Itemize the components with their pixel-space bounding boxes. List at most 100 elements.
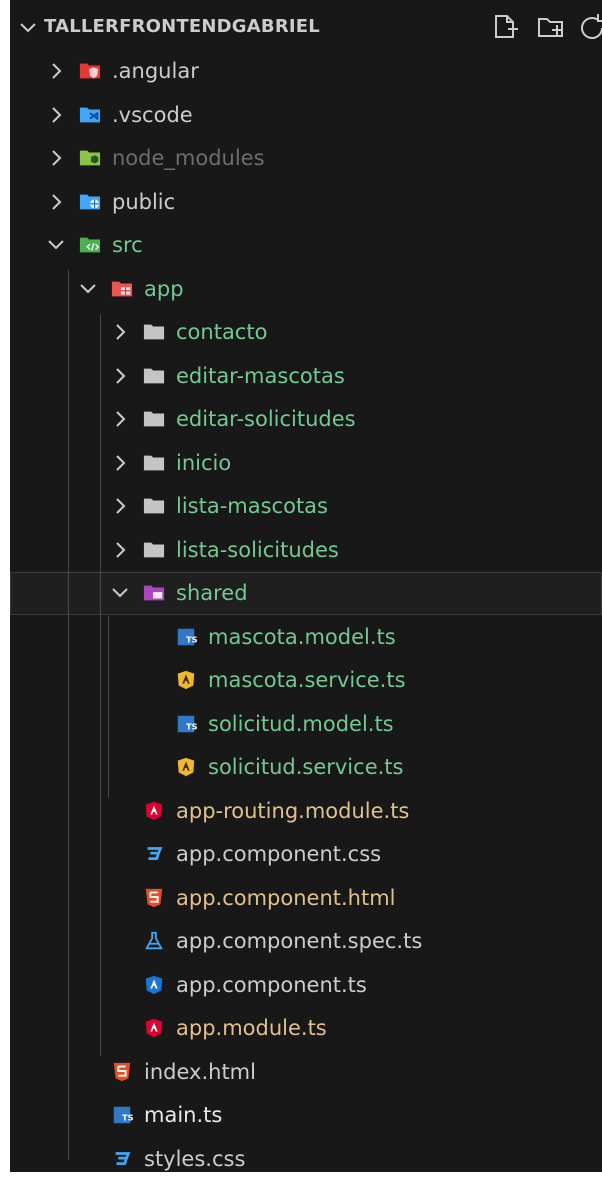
- chevron-right-icon[interactable]: [46, 61, 66, 81]
- tree-file-app-routing-module-ts[interactable]: app-routing.module.ts: [10, 790, 602, 833]
- tree-item-label: node_modules: [112, 146, 265, 170]
- tree-file-main-ts[interactable]: TS main.ts: [10, 1094, 602, 1137]
- tree-folder-shared[interactable]: shared: [10, 572, 602, 615]
- tree-item-label: app: [144, 276, 184, 301]
- chevron-right-icon[interactable]: [110, 453, 130, 473]
- tree-folder-public[interactable]: public: [10, 181, 602, 224]
- html-icon: [113, 1062, 131, 1081]
- tree-item-label: index.html: [144, 1059, 256, 1084]
- tree-item-label: .vscode: [112, 102, 193, 127]
- tree-item-label: lista-solicitudes: [176, 537, 339, 562]
- chevron-down-icon[interactable]: [46, 235, 66, 255]
- tree-item-label: editar-solicitudes: [176, 407, 356, 431]
- tree-item-label: src: [112, 233, 143, 257]
- workspace-title: TALLERFRONTENDGABRIEL: [44, 16, 320, 37]
- tree-file-solicitud-service-ts[interactable]: solicitud.service.ts: [10, 746, 602, 789]
- tree-file-mascota-model-ts[interactable]: TS mascota.model.ts: [10, 616, 602, 659]
- tree-item-label: mascota.service.ts: [208, 668, 406, 692]
- vscode-folder-icon: [79, 107, 101, 122]
- folder-icon: [143, 411, 165, 427]
- tree-item-label: main.ts: [144, 1103, 223, 1127]
- angular-folder-icon: [79, 63, 101, 79]
- tree-item-label: lista-mascotas: [176, 494, 328, 518]
- tree-item-label: app.module.ts: [176, 1016, 327, 1040]
- tree-file-solicitud-model-ts[interactable]: TS solicitud.model.ts: [10, 703, 602, 746]
- chevron-down-icon[interactable]: [110, 583, 130, 603]
- chevron-right-icon[interactable]: [110, 366, 130, 386]
- typescript-icon: TS: [113, 1106, 134, 1124]
- css-icon: [147, 847, 163, 860]
- tree-folder-app[interactable]: app: [10, 268, 602, 311]
- tree-file-app-component-spec-ts[interactable]: app.component.spec.ts: [10, 920, 602, 963]
- tree-folder-inicio[interactable]: inicio: [10, 442, 602, 485]
- chevron-down-icon[interactable]: [18, 18, 38, 38]
- tree-item-label: contacto: [176, 320, 268, 344]
- tree-item-label: public: [112, 189, 176, 214]
- shared-folder-icon: [143, 585, 165, 601]
- angular-component-icon: [145, 975, 163, 994]
- svg-text:TS: TS: [186, 721, 198, 731]
- svg-text:TS: TS: [186, 634, 198, 644]
- tree-folder-editar-mascotas[interactable]: editar-mascotas: [10, 355, 602, 398]
- folder-icon: [143, 368, 165, 383]
- folder-icon: [143, 498, 165, 514]
- tree-item-label: solicitud.model.ts: [208, 711, 394, 736]
- tree-folder-lista-mascotas[interactable]: lista-mascotas: [10, 485, 602, 528]
- tree-file-index-html[interactable]: index.html: [10, 1051, 602, 1094]
- chevron-right-icon[interactable]: [110, 409, 130, 429]
- tree-item-label: app.component.html: [176, 885, 396, 910]
- tree-item-label: app.component.css: [176, 842, 382, 866]
- folder-icon: [143, 542, 165, 557]
- tree-file-app-component-ts[interactable]: app.component.ts: [10, 964, 602, 1007]
- tree-item-label: mascota.model.ts: [208, 624, 396, 649]
- typescript-icon: TS: [177, 628, 198, 645]
- chevron-right-icon[interactable]: [46, 105, 66, 125]
- indent-guide: [68, 270, 69, 1160]
- chevron-right-icon[interactable]: [46, 192, 66, 212]
- folder-icon: [143, 324, 165, 340]
- html-icon: [145, 888, 163, 907]
- chevron-right-icon[interactable]: [46, 148, 66, 168]
- tree-folder-lista-solicitudes[interactable]: lista-solicitudes: [10, 529, 602, 572]
- css-icon: [115, 1151, 131, 1165]
- tree-item-label: shared: [176, 581, 248, 605]
- chevron-right-icon[interactable]: [110, 496, 130, 516]
- tree-folder-src[interactable]: src: [10, 224, 602, 267]
- tree-item-label: editar-mascotas: [176, 363, 345, 388]
- svg-text:TS: TS: [122, 1113, 134, 1123]
- file-explorer: TALLERFRONTENDGABRIEL .angular .vscode nod…: [10, 0, 602, 1172]
- tree-file-app-component-css[interactable]: app.component.css: [10, 833, 602, 876]
- folder-icon: [143, 455, 165, 470]
- src-folder-icon: [79, 237, 101, 253]
- tree-folder-editar-solicitudes[interactable]: editar-solicitudes: [10, 398, 602, 441]
- chevron-right-icon[interactable]: [110, 540, 130, 560]
- new-file-icon[interactable]: [488, 10, 522, 44]
- angular-service-icon: [177, 670, 195, 690]
- tree-folder-contacto[interactable]: contacto: [10, 311, 602, 354]
- tree-item-label: app.component.spec.ts: [176, 929, 423, 953]
- chevron-down-icon[interactable]: [78, 279, 98, 299]
- tree-item-label: inicio: [176, 450, 232, 475]
- indent-guide: [100, 314, 101, 1056]
- public-folder-icon: [79, 194, 101, 209]
- chevron-right-icon[interactable]: [110, 322, 130, 342]
- new-folder-icon[interactable]: [534, 10, 568, 44]
- tree-item-label: app-routing.module.ts: [176, 798, 410, 823]
- angular-service-icon: [177, 757, 195, 777]
- test-flask-icon: [145, 931, 163, 950]
- tree-item-label: app.component.ts: [176, 972, 367, 997]
- tree-item-label: .angular: [112, 59, 199, 83]
- tree-folder-vscode[interactable]: .vscode: [10, 94, 602, 137]
- tree-file-mascota-service-ts[interactable]: mascota.service.ts: [10, 659, 602, 702]
- tree-file-app-module-ts[interactable]: app.module.ts: [10, 1007, 602, 1050]
- tree-folder-node-modules[interactable]: node_modules: [10, 137, 602, 180]
- tree-folder-angular[interactable]: .angular: [10, 50, 602, 93]
- tree-file-app-component-html[interactable]: app.component.html: [10, 877, 602, 920]
- tree-file-styles-css[interactable]: styles.css: [10, 1138, 602, 1173]
- indent-guide: [108, 616, 109, 798]
- app-folder-icon: [111, 281, 133, 296]
- tree-item-label: styles.css: [144, 1146, 246, 1171]
- refresh-icon[interactable]: [576, 10, 602, 44]
- angular-module-icon: [145, 801, 163, 820]
- node-folder-icon: [79, 150, 101, 166]
